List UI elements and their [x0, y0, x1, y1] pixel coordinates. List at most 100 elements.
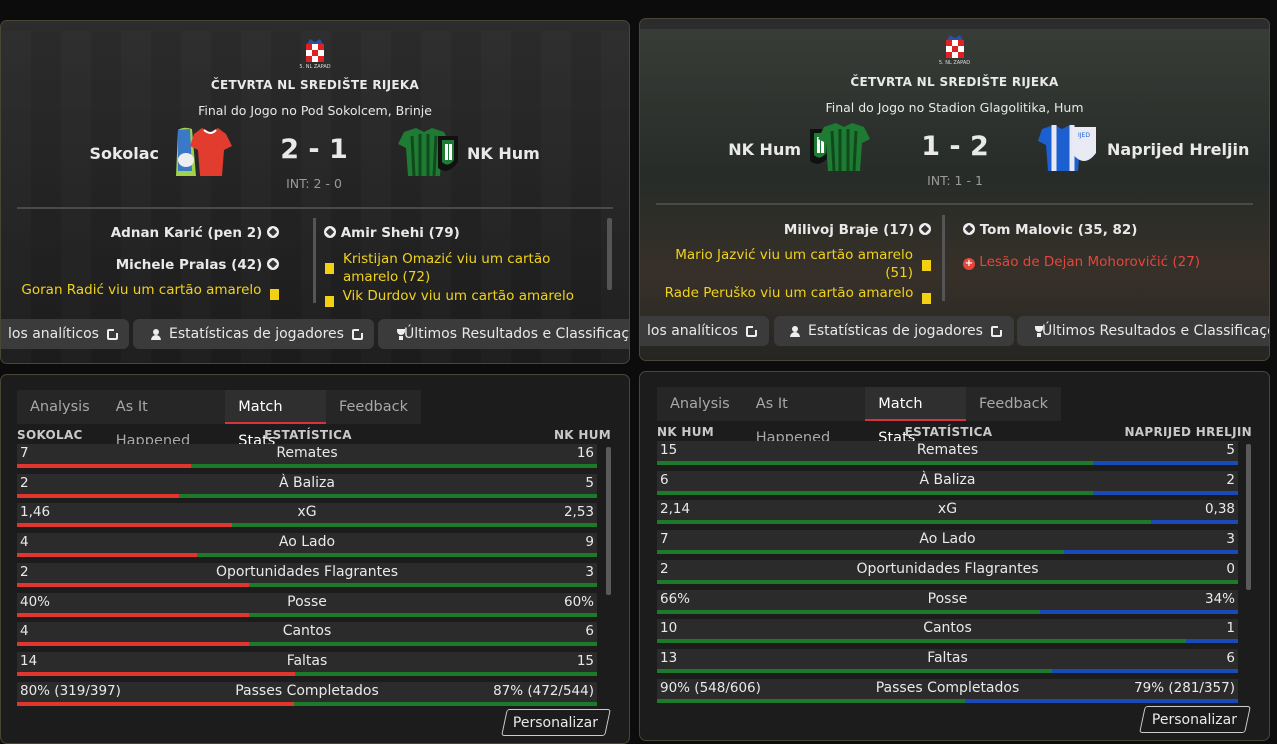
venue-text: Final do Jogo no Pod Sokolcem, Brinje: [198, 103, 432, 118]
home-share-bar: [657, 639, 1186, 644]
match-stats-panel-left: Analysis As It Happened Match Stats Feed…: [0, 374, 630, 744]
stats-tabs: Analysis As It Happened Match Stats Feed…: [657, 387, 1061, 446]
events-scrollbar[interactable]: [607, 218, 612, 290]
ball-icon: [324, 226, 336, 238]
yellow-card-icon: [325, 263, 334, 274]
injury-text: Lesão de Dejan Mohorovičić (27): [979, 254, 1201, 270]
away-share-bar: [179, 493, 597, 498]
away-team-name[interactable]: Naprijed Hreljin: [1107, 140, 1249, 159]
tab-as-it-happened[interactable]: As It Happened: [103, 390, 226, 449]
home-share-bar: [17, 464, 191, 468]
away-share-bar: [295, 671, 597, 676]
stat-row: 90% (548/606) Passes Completados 79% (281/…: [657, 678, 1238, 703]
home-share-bar: [17, 523, 232, 528]
home-share-bar: [657, 579, 1238, 584]
svg-text:IJED: IJED: [1078, 132, 1090, 139]
analytics-button[interactable]: los analíticos: [1, 319, 129, 349]
stats-scrollbar[interactable]: [606, 447, 611, 595]
stat-row: 80% (319/397) Passes Completados 87% (472/…: [17, 681, 597, 706]
competition-name: ČETVRTA NL SREDIŠTE RIJEKA: [850, 75, 1059, 89]
player-stats-button[interactable]: Estatísticas de jogadores: [133, 319, 374, 349]
away-team-column-header: NAPRIJED HRELJIN: [1124, 425, 1252, 439]
card-text: Goran Radić viu um cartão amarelo: [21, 282, 262, 298]
analytics-button[interactable]: los analíticos: [640, 316, 769, 346]
ball-icon: [267, 258, 279, 270]
stat-label: Cantos: [282, 623, 332, 640]
latest-results-button[interactable]: Últimos Resultados e Classificações: [378, 319, 629, 349]
ball-icon: [267, 226, 279, 238]
away-stat-value: 0,38: [1204, 501, 1235, 518]
home-share-bar: [17, 671, 296, 676]
away-stat-value: 6: [585, 623, 594, 640]
home-share-bar: [17, 701, 295, 706]
external-link-icon: [990, 324, 1003, 337]
tab-feedback[interactable]: Feedback: [966, 387, 1061, 421]
away-goal-event: Tom Malovic (35, 82): [963, 222, 1137, 238]
away-share-bar: [1092, 461, 1238, 465]
home-team-kit-icon: [810, 123, 870, 172]
away-stat-value: 3: [1226, 531, 1235, 548]
home-share-bar: [17, 553, 197, 558]
away-team-column-header: NK HUM: [553, 428, 611, 442]
tab-feedback[interactable]: Feedback: [326, 390, 421, 424]
away-card-event: Vik Durdov viu um cartão amarelo: [325, 288, 574, 307]
home-goal-event: Adnan Karić (pen 2): [111, 225, 279, 241]
match-stats-panel-right: Analysis As It Happened Match Stats Feed…: [639, 371, 1270, 741]
away-share-bar: [964, 698, 1238, 703]
stat-row: 4 Ao Lado 9: [17, 533, 597, 558]
tab-analysis[interactable]: Analysis: [17, 390, 103, 424]
home-share-bar: [17, 612, 249, 617]
user-icon: [790, 325, 800, 337]
away-stat-value: 2: [1226, 471, 1235, 488]
tab-match-stats[interactable]: Match Stats: [225, 390, 326, 449]
tab-as-it-happened[interactable]: As It Happened: [743, 387, 866, 446]
stat-label: Oportunidades Flagrantes: [856, 560, 1039, 577]
away-share-bar: [249, 642, 597, 647]
divider: [17, 207, 613, 209]
events-divider: [942, 215, 945, 301]
stat-label: Faltas: [286, 652, 328, 669]
away-share-bar: [196, 553, 597, 558]
customize-button[interactable]: Personalizar: [1139, 706, 1251, 733]
external-link-icon: [106, 327, 119, 340]
away-share-bar: [249, 612, 597, 617]
card-text: Rade Peruško viu um cartão amarelo: [664, 285, 914, 301]
away-share-bar: [1150, 520, 1238, 525]
stat-row: 2,14 xG 0,38: [657, 500, 1238, 525]
home-share-bar: [17, 642, 249, 647]
away-share-bar: [249, 582, 597, 587]
competition-badge-icon: [306, 39, 324, 62]
stat-row: 2 Oportunidades Flagrantes 3: [17, 562, 597, 587]
away-injury-event: + Lesão de Dejan Mohorovičić (27): [963, 254, 1200, 270]
tab-match-stats[interactable]: Match Stats: [865, 387, 966, 446]
stat-row: 6À Baliza 2: [657, 470, 1238, 495]
stat-row: 66% Posse 34%: [657, 589, 1238, 614]
stat-row: 13 Faltas 6: [657, 648, 1238, 673]
latest-results-button[interactable]: Últimos Resultados e Classificações: [1017, 316, 1269, 346]
stats-scrollbar[interactable]: [1246, 444, 1251, 590]
home-card-event: Rade Peruško viu um cartão amarelo: [665, 285, 931, 304]
home-share-bar: [657, 609, 1041, 614]
external-link-icon: [351, 327, 364, 340]
away-stat-value: 9: [585, 534, 594, 551]
competition-badge-subtitle: 5. NL ZAPAD: [299, 64, 331, 70]
stat-label: Cantos: [923, 620, 972, 637]
player-stats-button-label: Estatísticas de jogadores: [169, 326, 344, 342]
goal-scorer-text: Adnan Karić (pen 2): [110, 225, 263, 241]
away-team-name[interactable]: NK Hum: [467, 144, 540, 163]
tab-analysis[interactable]: Analysis: [657, 387, 743, 421]
home-share-bar: [17, 582, 249, 587]
analytics-button-label: los analíticos: [647, 323, 738, 339]
customize-button[interactable]: Personalizar: [501, 709, 611, 736]
final-score: 2 - 1: [280, 134, 348, 165]
home-team-kit-icon: [176, 127, 232, 176]
stat-label: Oportunidades Flagrantes: [215, 563, 399, 580]
away-stat-value: 34%: [1204, 590, 1235, 607]
customize-button-label: Personalizar: [513, 714, 599, 731]
player-stats-button[interactable]: Estatísticas de jogadores: [774, 316, 1014, 346]
home-team-name[interactable]: Sokolac: [90, 144, 159, 163]
home-team-name[interactable]: NK Hum: [728, 140, 801, 159]
yellow-card-icon: [922, 293, 931, 304]
yellow-card-icon: [270, 289, 279, 300]
user-icon: [151, 328, 161, 340]
